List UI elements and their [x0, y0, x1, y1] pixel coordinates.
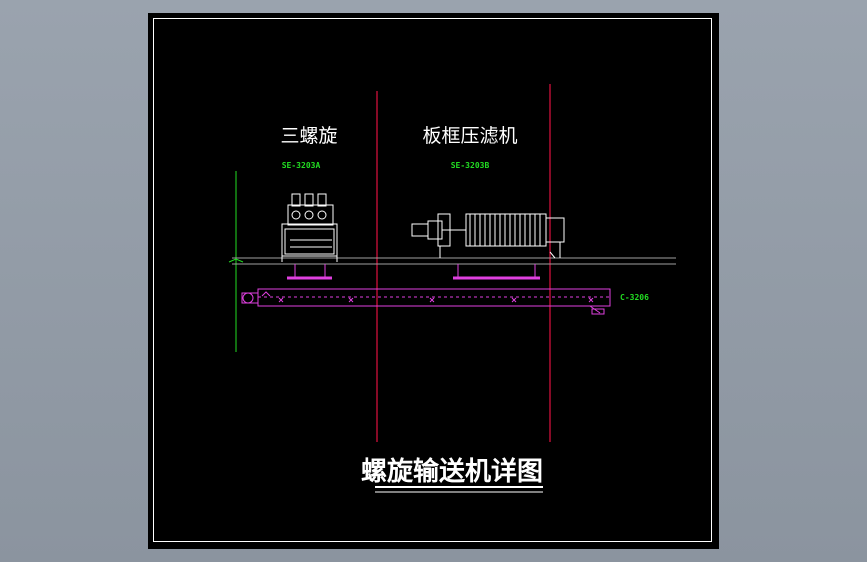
- label-three-screw: 三螺旋: [280, 125, 337, 147]
- title-underline: [375, 486, 543, 493]
- elevation-marker: [228, 171, 244, 352]
- floor-line: [232, 257, 676, 265]
- screw-conveyor: [241, 288, 611, 315]
- cad-drawing: 三螺旋 板框压滤机 SE-3203A SE-3203B C-3206 螺旋输送机…: [228, 84, 676, 493]
- conveyor-x-markers: [278, 297, 594, 303]
- drawing-title: 螺旋输送机详图: [361, 456, 543, 487]
- filter-press: [411, 213, 565, 259]
- tag-three-screw: SE-3203A: [282, 161, 321, 170]
- three-screw-machine: [281, 193, 338, 262]
- tag-conveyor: C-3206: [620, 293, 649, 302]
- label-filter-press: 板框压滤机: [422, 125, 517, 147]
- conveyor-supports: [287, 264, 540, 280]
- tag-filter-press: SE-3203B: [451, 161, 490, 170]
